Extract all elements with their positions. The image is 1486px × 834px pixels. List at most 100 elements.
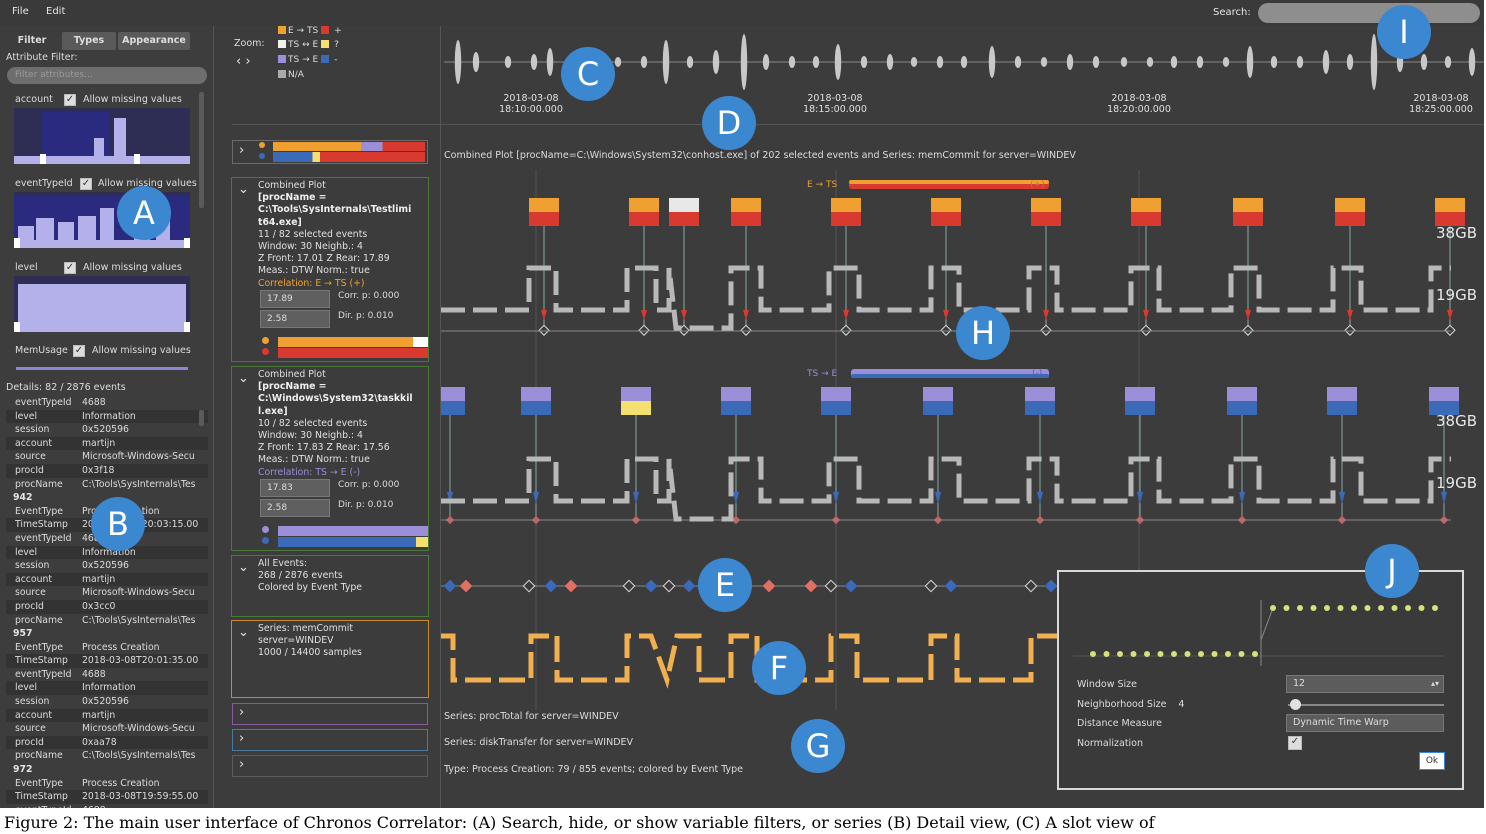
expand-chevron-icon[interactable]: › (239, 731, 244, 746)
tick-date: 2018-03-08 (807, 93, 863, 104)
window-size-input[interactable]: 12 ▴▾ (1286, 675, 1444, 693)
event-marker-arrow (633, 492, 639, 504)
legend-swatch (278, 26, 286, 34)
ok-button[interactable]: Ok (1419, 752, 1445, 770)
legend-item: TS ↔ E? (278, 40, 339, 50)
overview-spike (1014, 56, 1022, 68)
card1-zfront-spin[interactable]: 17.89 (260, 290, 330, 308)
tick-time: 18:15:00.000 (803, 104, 867, 115)
expand-chevron-icon[interactable]: › (239, 757, 244, 772)
dialog-point-left (1144, 651, 1150, 657)
collapse-chevron-icon[interactable]: ⌄ (238, 371, 249, 386)
overview-spike (812, 56, 820, 68)
overview-spike (712, 50, 720, 74)
tab-filter[interactable]: Filter (8, 32, 56, 50)
details-scrollbar[interactable] (199, 410, 204, 426)
overview-spike (662, 40, 670, 84)
details-key: source (15, 451, 46, 463)
filter-memusage-checkbox[interactable]: ✓ (73, 345, 85, 357)
overview-spike (1146, 57, 1154, 67)
details-row: procId 0x3cc0 (6, 599, 208, 614)
event-box-bottom (1131, 212, 1161, 226)
details-key: session (15, 424, 50, 436)
overview-spike (546, 48, 554, 76)
overview-spike (988, 46, 996, 78)
level-histogram[interactable] (14, 276, 190, 332)
neighborhood-slider-handle[interactable] (1290, 699, 1301, 710)
event-diamond (564, 579, 578, 593)
collapse-chevron-icon[interactable]: ⌄ (238, 182, 249, 197)
details-row: TimeStamp 2018-03-08T19:59:55.00 (6, 790, 208, 804)
details-key: session (15, 696, 50, 708)
combined-plot-card-2[interactable]: ⌄ Combined Plot [procName = C:\Windows\S… (231, 366, 429, 551)
event-box-bottom (721, 401, 751, 415)
details-key: eventTypeId (15, 668, 72, 680)
menu-file[interactable]: File (12, 6, 29, 17)
details-key: source (15, 587, 46, 599)
card2-zfront-spin[interactable]: 17.83 (260, 479, 330, 497)
search-input[interactable] (1258, 3, 1480, 23)
card1-zrear-spin[interactable]: 2.58 (260, 310, 330, 328)
tick-time: 18:10:00.000 (499, 104, 563, 115)
overview-spike (788, 56, 796, 68)
combined-plot-card-1[interactable]: ⌄ Combined Plot [procName = C:\Tools\Sys… (231, 177, 429, 362)
expand-chevron-icon[interactable]: › (239, 143, 244, 158)
dialog-point-left (1184, 651, 1191, 657)
stepper-icon[interactable]: ▴▾ (1431, 676, 1439, 692)
collapsed-row-2[interactable]: › (232, 729, 428, 751)
normalization-checkbox[interactable]: ✓ (1288, 736, 1302, 750)
distance-measure-select[interactable]: Dynamic Time Warp (1286, 714, 1444, 732)
series-memcommit-card[interactable]: ⌄ Series: memCommit server=WINDEV 1000 /… (231, 620, 429, 698)
callout-j: J (1365, 544, 1419, 598)
collapsed-row-3[interactable]: › (232, 755, 428, 777)
memusage-slider[interactable] (16, 367, 188, 370)
details-key: level (15, 682, 38, 694)
timeline-divider (232, 124, 1484, 125)
callout-a: A (117, 186, 171, 240)
tab-appearance[interactable]: Appearance (118, 32, 190, 50)
combined-plot-nav[interactable]: › (232, 140, 428, 164)
neighborhood-slider[interactable] (1288, 704, 1444, 706)
details-key: EventType (15, 777, 63, 789)
details-value: martijn (82, 709, 116, 721)
collapse-chevron-icon[interactable]: ⌄ (238, 625, 249, 640)
details-value: martijn (82, 573, 116, 585)
overview-spike (936, 56, 944, 68)
filter-scrollbar[interactable] (199, 92, 204, 208)
all-events-card[interactable]: ⌄ All Events: 268 / 2876 events Colored … (231, 555, 429, 617)
gb19-label-2: 19GB (1436, 474, 1478, 492)
callout-g: G (791, 719, 845, 773)
event-diamond (804, 579, 818, 593)
event-box-bottom (1125, 401, 1155, 415)
callout-i: I (1377, 5, 1431, 59)
event-box-bottom (1327, 401, 1357, 415)
filter-eventtypeid-checkbox[interactable]: ✓ (80, 178, 92, 190)
tick-date: 2018-03-08 (1111, 93, 1167, 104)
details-value: Information (82, 682, 136, 694)
event-diamond (762, 579, 776, 593)
dialog-point-right (1283, 605, 1290, 611)
menu-edit[interactable]: Edit (46, 6, 65, 17)
filter-level-checkbox[interactable]: ✓ (64, 262, 76, 274)
legend-item: E → TS + (278, 26, 342, 36)
dialog-point-left (1211, 651, 1218, 657)
tick-date: 2018-03-08 (1413, 93, 1469, 104)
details-list[interactable]: eventTypeId 4688 level Information session 0x… (6, 396, 208, 808)
filter-level-label: level (15, 262, 38, 273)
card2-zrear-spin[interactable]: 2.58 (260, 499, 330, 517)
card2-bar-top (278, 526, 428, 536)
details-value: 2018-03-08T20:01:35.00 (82, 655, 199, 667)
event-diamond (459, 579, 473, 593)
filter-attributes-input[interactable]: Filter attributes... (7, 67, 207, 84)
filter-account-checkbox[interactable]: ✓ (64, 94, 76, 106)
expand-chevron-icon[interactable]: › (239, 705, 244, 720)
event-diamond (662, 579, 676, 593)
collapse-chevron-icon[interactable]: ⌄ (238, 560, 249, 575)
details-key: EventType (15, 505, 63, 517)
overview-spike (614, 57, 622, 67)
account-histogram[interactable] (14, 108, 190, 164)
event-marker-arrow (1339, 492, 1345, 504)
tab-types[interactable]: Types (62, 32, 116, 50)
zoom-nav-arrows[interactable]: ‹ › (236, 54, 251, 69)
collapsed-row-1[interactable]: › (232, 703, 428, 725)
